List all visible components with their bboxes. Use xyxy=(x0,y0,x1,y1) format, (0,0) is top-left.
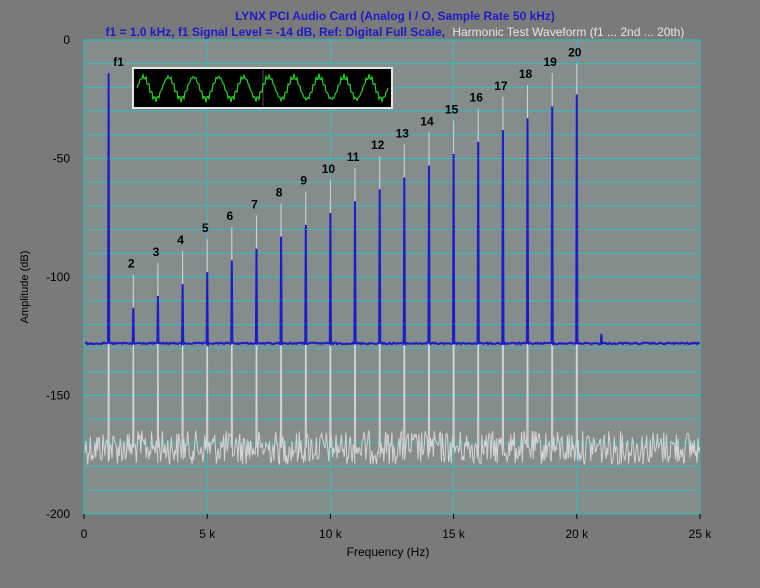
subtitle-waveform: Harmonic Test Waveform (f1 ... 2nd ... 2… xyxy=(452,25,684,39)
y-tick-label: -150 xyxy=(46,389,70,403)
y-tick-label: -200 xyxy=(46,507,70,521)
x-tick-label: 20 k xyxy=(565,527,589,541)
harmonic-label: 6 xyxy=(226,209,233,223)
x-axis-label: Frequency (Hz) xyxy=(347,545,430,559)
y-tick-labels: 0 -50 -100 -150 -200 xyxy=(46,33,70,521)
harmonic-label: 12 xyxy=(371,138,385,152)
harmonic-label: 7 xyxy=(251,197,258,211)
harmonic-label: 14 xyxy=(420,114,434,128)
chart-title: LYNX PCI Audio Card (Analog I / O, Sampl… xyxy=(235,9,555,23)
harmonic-label: 3 xyxy=(153,245,160,259)
x-tick-label: 0 xyxy=(81,527,88,541)
harmonic-label: 9 xyxy=(300,174,307,188)
harmonic-label: 10 xyxy=(322,162,336,176)
harmonic-label: 5 xyxy=(202,221,209,235)
harmonic-label: 4 xyxy=(177,233,184,247)
chart-subtitle: f1 = 1.0 kHz, f1 Signal Level = -14 dB, … xyxy=(106,25,685,39)
harmonic-label: 11 xyxy=(347,150,360,164)
x-tick-label: 15 k xyxy=(442,527,466,541)
y-tick-label: -100 xyxy=(46,270,70,284)
harmonic-label: 20 xyxy=(568,46,582,60)
y-tick-label: -50 xyxy=(53,152,71,166)
spectrum-chart: LYNX PCI Audio Card (Analog I / O, Sampl… xyxy=(0,0,760,583)
harmonic-label: 8 xyxy=(276,186,283,200)
harmonic-label: 2 xyxy=(128,257,135,271)
x-tick-label: 10 k xyxy=(319,527,343,541)
harmonic-label: 13 xyxy=(396,126,410,140)
x-tick-label: 5 k xyxy=(199,527,216,541)
x-tick-labels: 0 5 k 10 k 15 k 20 k 25 k xyxy=(81,514,713,541)
y-axis-label: Amplitude (dB) xyxy=(19,251,31,324)
harmonic-label: 16 xyxy=(470,91,484,105)
subtitle-main: f1 = 1.0 kHz, f1 Signal Level = -14 dB, … xyxy=(106,25,445,39)
chart-canvas: LYNX PCI Audio Card (Analog I / O, Sampl… xyxy=(19,9,713,559)
x-tick-label: 25 k xyxy=(689,527,713,541)
harmonic-label: 18 xyxy=(519,67,533,81)
waveform-inset xyxy=(132,67,393,109)
harmonic-label: f1 xyxy=(113,55,124,69)
y-tick-label: 0 xyxy=(63,33,70,47)
harmonic-label: 15 xyxy=(445,103,459,117)
harmonic-label: 19 xyxy=(543,55,557,69)
harmonic-label: 17 xyxy=(494,79,508,93)
